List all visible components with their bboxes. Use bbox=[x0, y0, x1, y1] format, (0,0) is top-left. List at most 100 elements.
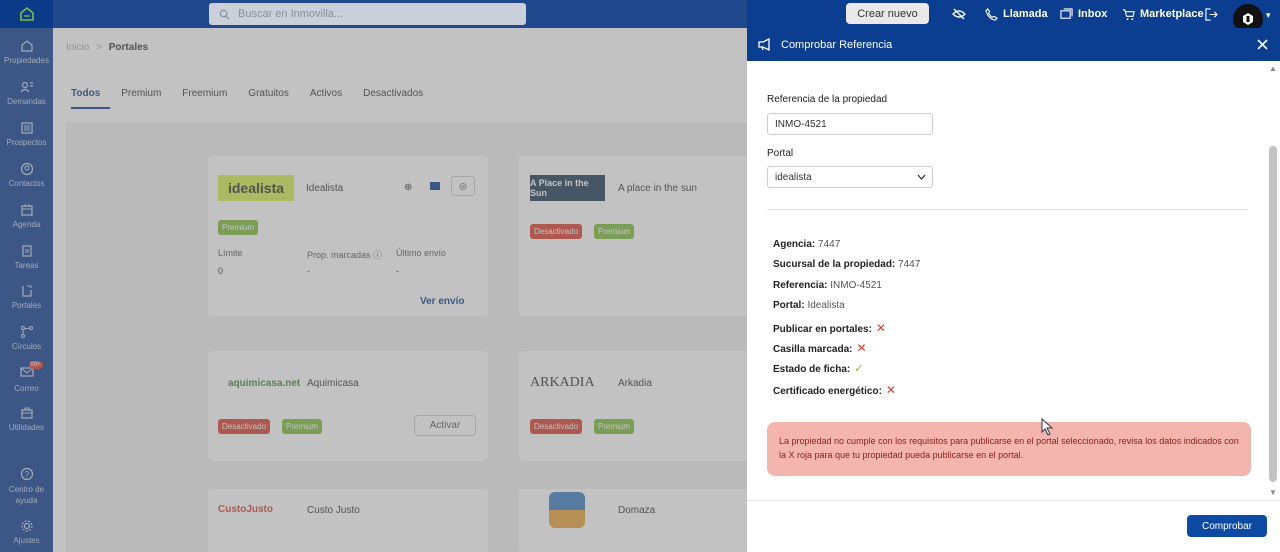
check-estado: Estado de ficha: ✓ bbox=[773, 363, 864, 375]
settings-icon[interactable]: ◎ bbox=[451, 176, 475, 196]
sidebar-item-label: Centro de ayuda bbox=[8, 485, 45, 505]
domaza-logo bbox=[549, 492, 585, 528]
scroll-down-icon[interactable]: ▼ bbox=[1269, 488, 1277, 497]
sidebar-item-label: Utilidades bbox=[8, 423, 45, 432]
portal-flag-icon[interactable] bbox=[430, 182, 440, 190]
tab-todos[interactable]: Todos bbox=[71, 84, 111, 109]
panel-title: Comprobar Referencia bbox=[781, 38, 893, 51]
scrollbar-thumb[interactable] bbox=[1269, 146, 1277, 482]
call-button[interactable]: Llamada bbox=[985, 0, 1048, 28]
tab-premium[interactable]: Premium bbox=[121, 84, 171, 109]
reference-input[interactable]: INMO-4521 bbox=[767, 113, 933, 135]
last-send-label: Último envío bbox=[396, 248, 447, 258]
breadcrumb: Inicio > Portales bbox=[66, 42, 148, 53]
mail-count-badge: 99+ bbox=[28, 361, 43, 369]
tier-badge: Premium bbox=[282, 419, 323, 434]
create-new-button[interactable]: Crear nuevo bbox=[846, 3, 929, 24]
portal-label: Portal bbox=[767, 148, 794, 159]
visibility-toggle[interactable] bbox=[952, 0, 966, 28]
sidebar-item-demandas[interactable]: Demandas bbox=[0, 80, 53, 106]
tab-desactivados[interactable]: Desactivados bbox=[363, 84, 433, 109]
activate-button[interactable]: Activar bbox=[414, 415, 476, 436]
breadcrumb-home[interactable]: Inicio bbox=[66, 42, 89, 53]
fail-x-icon: ✕ bbox=[885, 383, 896, 397]
sidebar-item-portales[interactable]: Portales bbox=[0, 284, 53, 310]
scroll-up-icon[interactable]: ▲ bbox=[1269, 64, 1277, 73]
portal-card-idealista: idealista Idealista ⊕ ◎ Premium Límite P… bbox=[208, 156, 488, 316]
aquimicasa-logo: aquimicasa.net bbox=[228, 378, 301, 389]
aplace-logo: A Place in the Sun bbox=[530, 175, 605, 201]
sidebar-item-contactos[interactable]: Contactos bbox=[0, 162, 53, 188]
detail-agencia: Agencia: 7447 bbox=[773, 239, 841, 250]
inbox-button[interactable]: Inbox bbox=[1060, 0, 1107, 28]
sidebar-item-utilidades[interactable]: Utilidades bbox=[0, 406, 53, 432]
tab-activos[interactable]: Activos bbox=[310, 84, 352, 109]
calendar-icon bbox=[20, 204, 33, 216]
portal-card-custojusto: CustoJusto Custo Justo bbox=[208, 489, 488, 552]
portal-name: Idealista bbox=[306, 183, 344, 194]
sidebar-item-label: Demandas bbox=[7, 97, 46, 106]
sidebar-item-prospectos[interactable]: Prospectos bbox=[0, 121, 53, 147]
status-badge: Desactivado bbox=[218, 419, 271, 434]
status-badge: Desactivado bbox=[530, 419, 583, 434]
sidebar-item-tareas[interactable]: Tareas bbox=[0, 244, 53, 270]
sidebar-item-agenda[interactable]: Agenda bbox=[0, 203, 53, 229]
sidebar-item-circulos[interactable]: Círculos bbox=[0, 325, 53, 351]
logout-button[interactable] bbox=[1205, 0, 1218, 28]
fail-x-icon: ✕ bbox=[875, 321, 886, 335]
limit-label: Límite bbox=[218, 248, 243, 258]
tier-badge: Premium bbox=[594, 419, 635, 434]
portal-name: Arkadia bbox=[618, 378, 652, 389]
globe-icon[interactable]: ⊕ bbox=[404, 182, 412, 193]
global-search[interactable]: Buscar en Inmovilla... bbox=[209, 3, 526, 25]
megaphone-icon bbox=[758, 38, 770, 51]
sidebar-item-help[interactable]: ? Centro de ayuda bbox=[0, 467, 53, 506]
sidebar-item-label: Propiedades bbox=[4, 56, 49, 65]
toolbox-icon bbox=[20, 407, 33, 419]
sidebar-item-label: Prospectos bbox=[6, 138, 47, 147]
sidebar-item-propiedades[interactable]: Propiedades bbox=[0, 39, 53, 65]
portal-select[interactable]: idealista bbox=[767, 166, 933, 188]
inbox-icon bbox=[1060, 7, 1073, 19]
portal-name: Custo Justo bbox=[307, 505, 360, 516]
check-casilla: Casilla marcada: ✕ bbox=[773, 341, 867, 355]
sidebar-item-label: Tareas bbox=[14, 261, 39, 270]
gear-icon bbox=[20, 520, 33, 532]
sidebar-item-label: Ajustes bbox=[13, 536, 40, 545]
sidebar-item-correo[interactable]: 99+ Correo bbox=[0, 361, 53, 393]
inbox-label: Inbox bbox=[1078, 8, 1108, 20]
view-send-link[interactable]: Ver envío bbox=[420, 296, 464, 307]
app-logo[interactable] bbox=[0, 0, 53, 28]
check-icon: ✓ bbox=[854, 363, 864, 375]
idealista-logo: idealista bbox=[218, 175, 294, 201]
portal-card-aquimicasa: aquimicasa.net Aquimicasa Desactivado Pr… bbox=[208, 351, 488, 461]
detail-sucursal: Sucursal de la propiedad: 7447 bbox=[773, 259, 921, 270]
error-alert: La propiedad no cumple con los requisito… bbox=[767, 422, 1251, 476]
chevron-down-icon[interactable]: ▾ bbox=[1266, 10, 1271, 21]
portal-card-arkadia: ARKADIA Arkadia Desactivado Premium bbox=[519, 351, 747, 461]
close-icon[interactable] bbox=[1257, 39, 1268, 50]
search-icon bbox=[219, 9, 230, 20]
marked-label: Prop. marcadas ⓘ bbox=[307, 250, 383, 260]
fail-x-icon: ✕ bbox=[856, 341, 867, 355]
last-send-value: - bbox=[396, 266, 399, 276]
portal-select-value: idealista bbox=[775, 171, 812, 183]
portal-card-aplaceinthesun: A Place in the Sun A place in the sun De… bbox=[519, 156, 747, 316]
tier-badge: Premium bbox=[594, 224, 635, 239]
footer-divider bbox=[747, 500, 1280, 501]
status-badge: Desactivado bbox=[530, 224, 583, 239]
info-icon: ⓘ bbox=[373, 250, 383, 260]
list-icon bbox=[20, 122, 33, 134]
main-content: Inicio > Portales Todos Premium Freemium… bbox=[53, 28, 747, 552]
marketplace-label: Marketplace bbox=[1140, 8, 1204, 20]
tab-freemium[interactable]: Freemium bbox=[182, 84, 237, 109]
sidebar-item-ajustes[interactable]: Ajustes bbox=[0, 519, 53, 545]
portal-card-domaza: Domaza bbox=[519, 489, 747, 552]
contact-icon bbox=[20, 162, 33, 176]
tab-gratuitos[interactable]: Gratuitos bbox=[248, 84, 299, 109]
marketplace-button[interactable]: Marketplace bbox=[1122, 0, 1204, 28]
check-reference-panel: Comprobar Referencia Referencia de la pr… bbox=[747, 28, 1280, 552]
detail-referencia: Referencia: INMO-4521 bbox=[773, 280, 882, 291]
comprobar-button[interactable]: Comprobar bbox=[1187, 515, 1267, 537]
panel-scrollbar[interactable]: ▲ ▼ bbox=[1268, 64, 1277, 504]
